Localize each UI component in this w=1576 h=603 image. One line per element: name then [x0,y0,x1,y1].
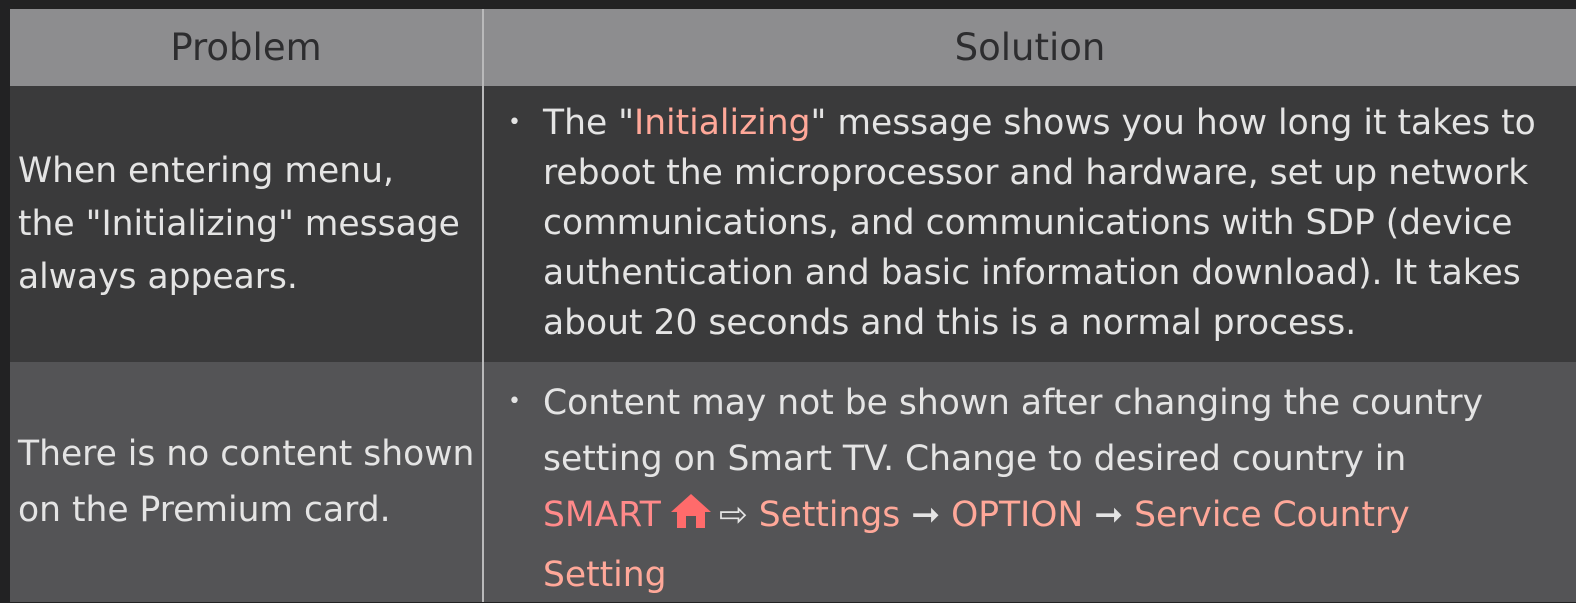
arrow-icon: ➞ [1094,495,1124,535]
solution-cell: • Content may not be shown after changin… [484,362,1576,602]
problem-line: When entering menu, [18,150,394,191]
bullet: • [508,389,521,414]
table-header: Problem Solution [10,9,1576,86]
problem-line: There is no content shown [18,434,475,474]
problem-text: There is no content shown on the Premium… [18,426,474,538]
header-problem: Problem [170,26,322,69]
header-solution: Solution [954,26,1106,69]
problem-cell: There is no content shown on the Premium… [10,362,482,602]
solution-line: Content may not be shown after changing … [543,383,1484,423]
smart-label: SMART [543,495,661,535]
service-country-label: Service Country [1134,495,1410,535]
solution-line: setting on Smart TV. Change to desired c… [543,439,1407,479]
initializing-highlight: Initializing [634,103,811,143]
solution-line: The "Initializing" message shows you how… [543,103,1536,143]
option-label: OPTION [951,495,1084,535]
arrow-icon: ➞ [911,495,941,535]
setting-label: Setting [543,555,667,595]
troubleshooting-table: Problem Solution When entering menu, the… [10,9,1576,602]
solution-cell: • The "Initializing" message shows you h… [484,86,1576,362]
problem-text: When entering menu, the "Initializing" m… [18,145,460,304]
table-row: When entering menu, the "Initializing" m… [10,86,1576,362]
solution-line: communications, and communications with … [543,203,1513,243]
solution-line: reboot the microprocessor and hardware, … [543,153,1529,193]
home-icon [669,491,713,547]
solution-text: The "Initializing" message shows you how… [543,98,1573,348]
bullet: • [508,110,521,135]
problem-line: the "Initializing" message [18,203,460,244]
problem-cell: When entering menu, the "Initializing" m… [10,86,482,362]
settings-label: Settings [758,495,901,535]
table-row: There is no content shown on the Premium… [10,362,1576,602]
problem-line: on the Premium card. [18,490,391,530]
solution-line: authentication and basic information dow… [543,253,1521,293]
solution-text: Content may not be shown after changing … [543,375,1573,603]
solution-line: SMART ⇨ Settings ➞ OPTION ➞ Service Count… [543,487,1573,547]
open-arrow: ⇨ [718,495,748,535]
problem-line: always appears. [18,256,298,297]
solution-line: about 20 seconds and this is a normal pr… [543,303,1357,343]
